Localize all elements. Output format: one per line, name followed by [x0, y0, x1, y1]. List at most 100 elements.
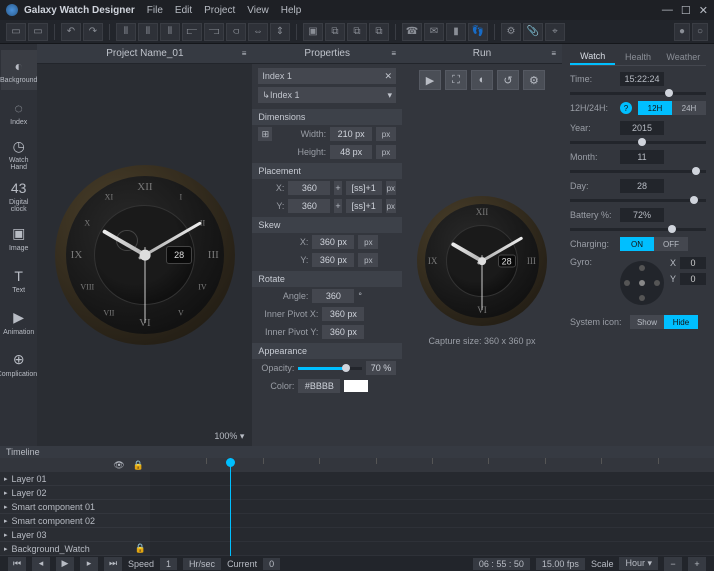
play-button[interactable]: ▶ — [419, 70, 441, 90]
tool-steps[interactable]: 👣 — [468, 23, 488, 41]
tab-health[interactable]: Health — [615, 48, 660, 65]
distribute-v[interactable]: ⇕ — [270, 23, 290, 41]
theme-light[interactable]: ○ — [692, 23, 708, 41]
align-bottom[interactable]: ⫏ — [226, 23, 246, 41]
tab-watch[interactable]: Watch — [570, 48, 615, 65]
align-center-h[interactable]: ⦀ — [138, 23, 158, 41]
step-back-button[interactable]: ◂ — [32, 557, 50, 571]
width-input[interactable] — [330, 127, 372, 141]
palette-animation[interactable]: ▶Animation — [1, 302, 37, 342]
tool-new[interactable]: ▭ — [6, 23, 26, 41]
gyro-dpad[interactable] — [620, 261, 664, 305]
palette-watch-hand[interactable]: ◷Watch Hand — [1, 134, 37, 174]
rewind-button[interactable]: ⏮ — [8, 557, 26, 571]
lock-icon[interactable]: 🔒 — [133, 460, 144, 471]
help-icon[interactable]: ? — [620, 102, 632, 114]
menu-file[interactable]: File — [147, 5, 163, 16]
menu-view[interactable]: View — [247, 5, 269, 16]
minimize-button[interactable]: — — [662, 4, 673, 17]
height-input[interactable] — [330, 145, 372, 159]
layer-row[interactable]: ▸Smart component 02 — [0, 514, 150, 528]
pivot-x-input[interactable] — [322, 307, 364, 321]
speed-field[interactable]: 1 — [160, 558, 177, 570]
distribute-h[interactable]: ⇔ — [248, 23, 268, 41]
forward-button[interactable]: ⏭ — [104, 557, 122, 571]
menu-project[interactable]: Project — [204, 5, 235, 16]
battery-slider[interactable] — [570, 228, 706, 231]
section-dimensions[interactable]: Dimensions — [252, 109, 402, 125]
step-fwd-button[interactable]: ▸ — [80, 557, 98, 571]
lock-ratio-icon[interactable]: ⊞ — [258, 127, 272, 141]
pivot-y-input[interactable] — [322, 325, 364, 339]
layer-row[interactable]: ▸Layer 03 — [0, 528, 150, 542]
panel-grip-icon[interactable]: ≡ — [242, 49, 247, 58]
toggle-24h[interactable]: 24H — [672, 101, 706, 115]
tool-location[interactable]: ⌖ — [545, 23, 565, 41]
section-skew[interactable]: Skew — [252, 217, 402, 233]
skew-y-input[interactable] — [312, 253, 354, 267]
current-field[interactable]: 0 — [263, 558, 280, 570]
color-input[interactable] — [298, 379, 340, 393]
gear-button[interactable]: ⚙ — [523, 70, 545, 90]
close-button[interactable]: ✕ — [699, 4, 708, 17]
tool-phone[interactable]: ☎ — [402, 23, 422, 41]
tool-group[interactable]: ▣ — [303, 23, 323, 41]
toggle-12h[interactable]: 12H — [638, 101, 672, 115]
place-x-input[interactable] — [288, 181, 330, 195]
palette-index[interactable]: ◌Index — [1, 92, 37, 132]
sysicon-hide[interactable]: Hide — [664, 315, 698, 329]
contrast-button[interactable]: ◐ — [471, 70, 493, 90]
menu-help[interactable]: Help — [281, 5, 302, 16]
align-top[interactable]: ⫍ — [182, 23, 202, 41]
time-slider[interactable] — [570, 92, 706, 95]
timeline-tracks[interactable] — [150, 458, 714, 556]
day-slider[interactable] — [570, 199, 706, 202]
palette-text[interactable]: TText — [1, 260, 37, 300]
watch-face[interactable]: XII III VI IX I II IV V VII VIII X XI 28 — [55, 165, 235, 345]
angle-input[interactable] — [312, 289, 354, 303]
charging-on[interactable]: ON — [620, 237, 654, 251]
layer-row[interactable]: ▸Layer 01 — [0, 472, 150, 486]
section-rotate[interactable]: Rotate — [252, 271, 402, 287]
section-appearance[interactable]: Appearance — [252, 343, 402, 359]
tool-duplicate[interactable]: ⧉ — [325, 23, 345, 41]
hrsec-field[interactable]: Hr/sec — [183, 558, 221, 570]
tool-message[interactable]: ✉ — [424, 23, 444, 41]
scale-field[interactable]: Hour ▾ — [619, 557, 658, 570]
tool-copy[interactable]: ⧉ — [347, 23, 367, 41]
palette-complications[interactable]: ⊕Complications — [1, 344, 37, 384]
layer-row[interactable]: ▸Layer 02 — [0, 486, 150, 500]
history-button[interactable]: ↺ — [497, 70, 519, 90]
tool-paste[interactable]: ⧉ — [369, 23, 389, 41]
year-slider[interactable] — [570, 141, 706, 144]
gyro-x[interactable] — [680, 257, 706, 269]
opacity-value[interactable] — [366, 361, 396, 375]
tool-open[interactable]: ▭ — [28, 23, 48, 41]
tool-attach[interactable]: 📎 — [523, 23, 543, 41]
align-right[interactable]: ⦀ — [160, 23, 180, 41]
layer-row[interactable]: ▸Smart component 01 — [0, 500, 150, 514]
theme-dark[interactable]: ● — [674, 23, 690, 41]
zoom-in-button[interactable]: + — [688, 557, 706, 571]
play-timeline-button[interactable]: ▶ — [56, 557, 74, 571]
capture-button[interactable]: ⛶ — [445, 70, 467, 90]
tool-undo[interactable]: ↶ — [61, 23, 81, 41]
color-swatch[interactable] — [344, 380, 368, 392]
layer-row[interactable]: ▸Background_Watch🔒 — [0, 542, 150, 556]
tool-redo[interactable]: ↷ — [83, 23, 103, 41]
gyro-y[interactable] — [680, 273, 706, 285]
section-placement[interactable]: Placement — [252, 163, 402, 179]
align-left[interactable]: ⦀ — [116, 23, 136, 41]
skew-x-input[interactable] — [312, 235, 354, 249]
place-y-input[interactable] — [288, 199, 330, 213]
index-link[interactable]: ↳ Index 1▾ — [258, 87, 396, 103]
month-slider[interactable] — [570, 170, 706, 173]
palette-digital-clock[interactable]: 43Digital clock — [1, 176, 37, 216]
playhead[interactable] — [230, 458, 231, 556]
align-middle[interactable]: ⫎ — [204, 23, 224, 41]
menu-edit[interactable]: Edit — [175, 5, 192, 16]
opacity-slider[interactable] — [298, 367, 362, 370]
index-select[interactable]: Index 1✕ — [258, 68, 396, 84]
charging-off[interactable]: OFF — [654, 237, 688, 251]
tool-settings[interactable]: ⚙ — [501, 23, 521, 41]
